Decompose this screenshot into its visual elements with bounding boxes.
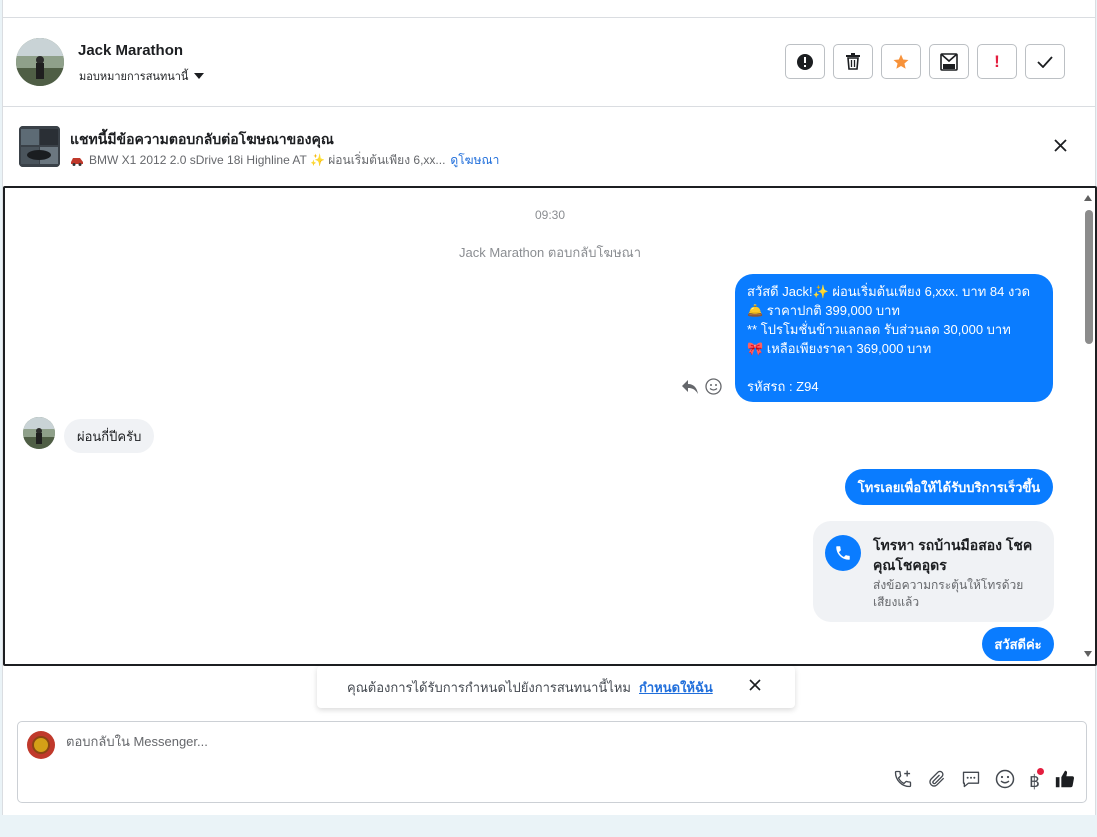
smiley-icon[interactable] [705,378,722,395]
scrollbar-thumb[interactable] [1085,210,1093,344]
envelope-icon [940,52,958,71]
baht-symbol: ฿ [1029,771,1040,791]
incoming-message[interactable]: ผ่อนกี่ปีครับ [64,419,155,453]
outgoing-message[interactable]: สวัสดีค่ะ [982,627,1054,661]
assign-to-me-link[interactable]: กำหนดให้ฉัน [639,677,713,698]
exclamation-icon: ! [994,51,1000,71]
composer-tools: ฿ [893,767,1076,795]
assign-label: มอบหมายการสนทนานี้ [79,71,189,83]
assign-prompt-text: คุณต้องการได้รับการกำหนดไปยังการสนทนานี้… [347,679,631,695]
assign-prompt: คุณต้องการได้รับการกำหนดไปยังการสนทนานี้… [317,666,795,708]
outgoing-message[interactable]: โทรเลยเพื่อให้ได้รับบริการเร็วขึ้น [845,469,1053,505]
system-note: Jack Marathon ตอบกลับโฆษณา [458,245,642,260]
car-icon [71,157,83,166]
star-button[interactable] [881,44,921,79]
message-line [747,358,1041,377]
attachment-icon[interactable] [927,769,947,794]
reply-icon[interactable] [681,379,699,395]
timestamp: 09:30 [534,208,566,222]
ad-reply-banner: แชทนี้มีข้อความตอบกลับต่อโฆษณาของคุณ BMW… [3,107,1095,186]
reply-composer: ฿ [17,721,1087,803]
call-card-subtitle: ส่งข้อความกระตุ้นให้โทรด้วยเสียงแล้ว [873,578,1024,609]
close-ad-banner-button[interactable] [1054,139,1067,157]
call-add-icon[interactable] [893,769,913,794]
conversation-panel: Jack Marathon มอบหมายการสนทนานี้ ! แชทนี… [2,0,1097,815]
close-prompt-button[interactable] [749,679,761,694]
ad-subtitle: BMW X1 2012 2.0 sDrive 18i Highline AT ✨… [70,151,499,170]
mark-unread-button[interactable] [929,44,969,79]
phone-icon [825,535,861,571]
close-icon [749,679,761,691]
caret-down-icon [194,73,205,79]
conversation-header: Jack Marathon มอบหมายการสนทนานี้ ! [3,18,1095,107]
message-line: ** โปรโมชั่นข้าวแลกลด รับส่วนลด 30,000 บ… [747,322,1011,337]
scrollbar[interactable] [1081,188,1095,664]
message-thread[interactable]: 09:30 Jack Marathon ตอบกลับโฆษณา สวัสดี … [3,186,1097,666]
important-button[interactable]: ! [977,44,1017,79]
reply-input[interactable] [66,734,966,749]
emoji-icon[interactable] [995,769,1015,794]
ad-thumbnail[interactable] [19,126,60,167]
ad-title: แชทนี้มีข้อความตอบกลับต่อโฆษณาของคุณ [70,131,334,147]
assign-dropdown[interactable]: มอบหมายการสนทนานี้ [79,67,205,85]
scroll-up-arrow-icon[interactable] [1084,195,1092,201]
payment-icon[interactable]: ฿ [1029,767,1044,792]
outgoing-message[interactable]: สวัสดี Jack!✨ ผ่อนเริ่มต้นเพียง 6,xxx. บ… [735,274,1053,402]
delete-button[interactable] [833,44,873,79]
like-icon[interactable] [1054,768,1076,795]
report-button[interactable] [785,44,825,79]
contact-avatar-small[interactable] [23,417,55,449]
action-toolbar: ! [785,44,1065,79]
message-line: สวัสดี Jack!✨ ผ่อนเริ่มต้นเพียง 6,xxx. บ… [747,284,1031,299]
done-button[interactable] [1025,44,1065,79]
saved-replies-icon[interactable] [961,769,981,794]
message-line: 🎀 เหลือเพียงราคา 369,000 บาท [747,341,932,356]
message-line: รหัสรถ : Z94 [747,379,819,394]
trash-icon [846,53,860,70]
avatar[interactable] [16,38,64,86]
call-card[interactable]: โทรหา รถบ้านมือสอง โชคคุณโชคอุดร ส่งข้อค… [813,521,1054,622]
message-tools [681,378,722,395]
message-line: 🛎️ ราคาปกติ 399,000 บาท [747,303,900,318]
notification-dot [1037,767,1044,775]
ad-subtitle-text: BMW X1 2012 2.0 sDrive 18i Highline AT ✨… [89,153,446,167]
scroll-down-arrow-icon[interactable] [1084,651,1092,657]
star-icon [893,54,909,69]
page-avatar [27,731,55,759]
call-card-title: โทรหา รถบ้านมือสอง โชคคุณโชคอุดร [873,537,1033,573]
close-icon [1054,139,1067,152]
view-ad-link[interactable]: ดูโฆษณา [450,151,499,170]
check-icon [1037,55,1053,68]
top-strip [3,0,1095,18]
contact-name: Jack Marathon [78,42,184,59]
alert-circle-icon [797,53,813,70]
